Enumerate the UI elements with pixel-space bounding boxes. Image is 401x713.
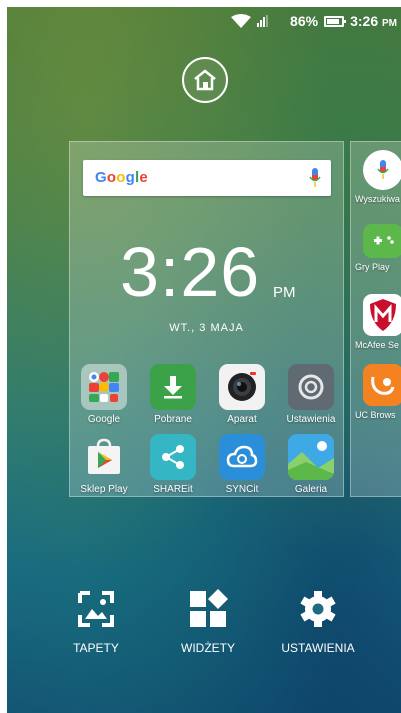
app-sklep-play[interactable]: Sklep Play <box>70 434 138 495</box>
wallpapers-label: TAPETY <box>73 641 119 655</box>
share-icon <box>150 434 196 480</box>
signal-icon <box>257 15 269 27</box>
mic-icon[interactable] <box>309 168 321 188</box>
battery-icon <box>324 15 347 27</box>
download-icon <box>150 364 196 410</box>
google-search-bar[interactable]: Google <box>83 160 331 196</box>
wifi-icon <box>231 14 252 28</box>
camera-icon <box>219 364 265 410</box>
settings-gear-icon <box>288 364 334 410</box>
voice-search-icon <box>363 150 401 190</box>
next-page-preview[interactable]: Wyszukiwa Gry Play McAfee Se UC Brows <box>350 141 401 497</box>
settings-label: USTAWIENIA <box>281 641 355 655</box>
settings-button[interactable]: USTAWIENIA <box>263 589 373 655</box>
home-icon <box>194 69 216 91</box>
wallpaper-icon <box>78 591 114 627</box>
app-syncit[interactable]: SYNCit <box>208 434 276 495</box>
gallery-icon <box>288 434 334 480</box>
google-folder-icon <box>81 364 127 410</box>
clock-time: 3:26 <box>120 233 261 311</box>
home-page-button[interactable] <box>182 57 228 103</box>
widgets-icon <box>190 589 228 627</box>
app-galeria[interactable]: Galeria <box>277 434 345 495</box>
mcafee-icon <box>363 294 401 336</box>
app-wyszukiwarka[interactable]: Wyszukiwa <box>351 150 401 204</box>
widgets-button[interactable]: WIDŻETY <box>153 589 263 655</box>
app-pobrane[interactable]: Pobrane <box>139 364 207 425</box>
google-logo: Google <box>95 169 148 186</box>
gamepad-icon <box>363 224 401 258</box>
cloud-sync-icon <box>219 434 265 480</box>
widgets-label: WIDŻETY <box>181 641 235 655</box>
status-time: 3:26 PM <box>350 13 397 29</box>
clock-date: WT., 3 MAJA <box>169 322 244 334</box>
app-mcafee[interactable]: McAfee Se <box>351 294 401 350</box>
battery-percent: 86% <box>290 13 319 29</box>
app-aparat[interactable]: Aparat <box>208 364 276 425</box>
status-bar: 86% 3:26 PM <box>7 7 401 35</box>
app-uc-browser[interactable]: UC Brows <box>351 364 401 420</box>
gear-icon <box>300 591 336 627</box>
app-shareit[interactable]: SHAREit <box>139 434 207 495</box>
home-page-preview[interactable]: Google 3:26 PM WT., 3 MAJA Google Pobran… <box>69 141 344 497</box>
play-store-icon <box>81 434 127 480</box>
edit-mode-bottom-bar: TAPETY WIDŻETY USTAWIENIA <box>7 589 401 659</box>
clock-ampm: PM <box>273 284 296 301</box>
app-google[interactable]: Google <box>70 364 138 425</box>
uc-browser-icon <box>363 364 401 406</box>
wallpapers-button[interactable]: TAPETY <box>41 589 151 655</box>
home-screen-edit-mode: 86% 3:26 PM Google 3:26 PM WT., 3 MAJA G… <box>7 7 401 713</box>
app-gry-play[interactable]: Gry Play <box>351 224 401 272</box>
app-ustawienia[interactable]: Ustawienia <box>277 364 345 425</box>
